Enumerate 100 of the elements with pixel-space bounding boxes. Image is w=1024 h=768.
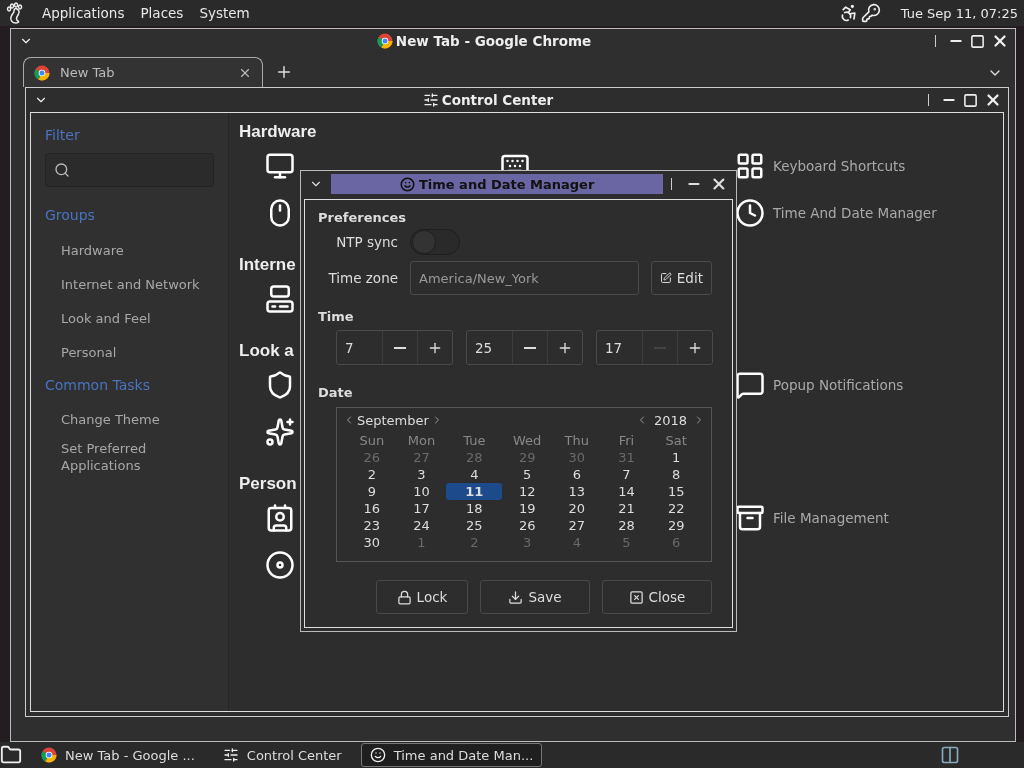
calendar-day[interactable]: 26 (518, 517, 536, 534)
workspace-icon[interactable] (940, 745, 960, 765)
calendar-day[interactable]: 27 (568, 517, 586, 534)
calendar-day[interactable]: 28 (618, 517, 635, 534)
calendar-day[interactable]: 15 (667, 483, 685, 500)
contact-icon[interactable] (265, 502, 295, 533)
minus-icon (524, 346, 536, 349)
calendar-day[interactable]: 2 (367, 466, 376, 483)
item-label[interactable]: Popup Notifications (773, 376, 904, 393)
chrome-logo-icon (34, 64, 50, 81)
sidebar-heading: Common Tasks (45, 377, 151, 393)
field-label: NTP sync (335, 234, 398, 250)
accessibility-icon[interactable] (838, 3, 859, 23)
section-heading: Date (318, 385, 354, 400)
calendar-day[interactable]: 16 (363, 500, 381, 517)
edit-button[interactable]: Edit (651, 261, 712, 295)
item-label[interactable]: File Management (773, 509, 889, 526)
calendar-day[interactable]: 23 (363, 517, 381, 534)
sidebar-item[interactable]: Hardware (45, 233, 214, 267)
save-button[interactable]: Save (480, 580, 590, 614)
new-tab-icon[interactable] (275, 63, 293, 81)
sparkles-icon[interactable] (265, 416, 295, 447)
section-title: Interne (239, 255, 296, 275)
close-button[interactable]: Close (602, 580, 712, 614)
sidebar-item[interactable]: Change Theme (45, 411, 214, 428)
spin-field[interactable]: 17 (596, 330, 713, 365)
calendar-day[interactable]: 7 (622, 466, 631, 483)
spin-field[interactable]: 7 (336, 330, 453, 365)
maximize-icon[interactable] (970, 33, 985, 49)
search-icon (54, 162, 70, 178)
computer-icon[interactable] (265, 283, 295, 314)
sliders-icon (422, 92, 439, 108)
calendar-day[interactable]: 24 (413, 517, 430, 534)
maximize-icon[interactable] (963, 92, 978, 108)
sidebar-heading: Groups (45, 207, 96, 223)
browser-tab[interactable]: New Tab (23, 57, 263, 87)
taskbar-item[interactable]: Control Center (213, 743, 351, 767)
sidebar-item[interactable]: Set Preferred Applications (45, 440, 214, 474)
calendar-day[interactable]: 4 (470, 466, 479, 483)
folder-icon[interactable] (0, 744, 22, 766)
section-heading: Time (318, 309, 355, 324)
close-icon[interactable] (984, 91, 1002, 109)
menu-item[interactable]: Places (140, 5, 184, 21)
calendar-day[interactable]: 20 (568, 500, 586, 517)
save-icon (508, 589, 524, 605)
weekday-label: Fri (617, 432, 636, 449)
calendar-day[interactable]: 17 (413, 500, 430, 517)
calendar-day[interactable]: 9 (367, 483, 376, 500)
section-title: Person (239, 474, 297, 494)
calendar-day[interactable]: 6 (572, 466, 581, 483)
item-label[interactable]: Time And Date Manager (773, 204, 937, 221)
spin-field[interactable]: 25 (466, 330, 583, 365)
timezone-field[interactable]: America/New_York (410, 261, 639, 295)
sidebar-heading: Filter (45, 127, 81, 143)
weekday-label: Tue (462, 432, 487, 449)
edit-icon (660, 270, 672, 286)
calendar-day[interactable]: 21 (618, 500, 635, 517)
month-label: September (357, 412, 429, 428)
menu-item[interactable]: Applications (42, 5, 125, 21)
window-title: Time and Date Manager (418, 176, 595, 192)
key-icon[interactable] (860, 3, 881, 23)
calendar-day[interactable]: 14 (618, 483, 635, 500)
search-field[interactable] (45, 153, 214, 187)
calendar-day[interactable]: 1 (672, 449, 681, 466)
clock[interactable]: Tue Sep 11, 07:25 (900, 5, 1018, 21)
section-title: Look a (239, 341, 294, 361)
disc-icon[interactable] (265, 549, 295, 580)
calendar-day[interactable]: 10 (413, 483, 430, 500)
calendar-day[interactable]: 11 (446, 483, 503, 500)
calendar-day[interactable]: 13 (568, 483, 586, 500)
chrome-logo-icon (376, 33, 393, 49)
section-title: Hardware (239, 122, 317, 142)
calendar-day[interactable]: 25 (466, 517, 483, 534)
weekday-label: Thu (563, 432, 591, 449)
field-label: Time zone (327, 270, 398, 286)
weekday-label: Mon (406, 432, 437, 449)
sliders-icon (222, 747, 239, 763)
calendar-day[interactable]: 19 (518, 500, 536, 517)
calendar-day[interactable]: 5 (523, 466, 532, 483)
item-label[interactable]: Keyboard Shortcuts (773, 157, 906, 174)
sidebar-item[interactable]: Personal (45, 335, 214, 369)
taskbar-item[interactable]: Time and Date Man... (360, 743, 543, 767)
calendar-day[interactable]: 29 (667, 517, 685, 534)
sidebar-item[interactable]: Internet and Network (45, 267, 214, 301)
calendar-day[interactable]: 12 (518, 483, 536, 500)
section-heading: Preferences (318, 210, 407, 225)
chrome-logo-icon (41, 747, 57, 763)
lock-icon (396, 589, 412, 605)
minus-icon (394, 346, 406, 349)
taskbar-item[interactable]: New Tab - Google ... (32, 743, 204, 767)
calendar-day[interactable]: 3 (417, 466, 426, 483)
lock-button[interactable]: Lock (376, 580, 468, 614)
calendar-day[interactable]: 22 (667, 500, 685, 517)
calendar-day[interactable]: 30 (363, 534, 381, 551)
calendar-day[interactable]: 18 (466, 500, 483, 517)
close-icon[interactable] (991, 32, 1009, 50)
menu-item[interactable]: System (199, 5, 250, 21)
sidebar-item[interactable]: Look and Feel (45, 301, 214, 335)
calendar-day[interactable]: 8 (672, 466, 681, 483)
close-icon (628, 589, 644, 605)
